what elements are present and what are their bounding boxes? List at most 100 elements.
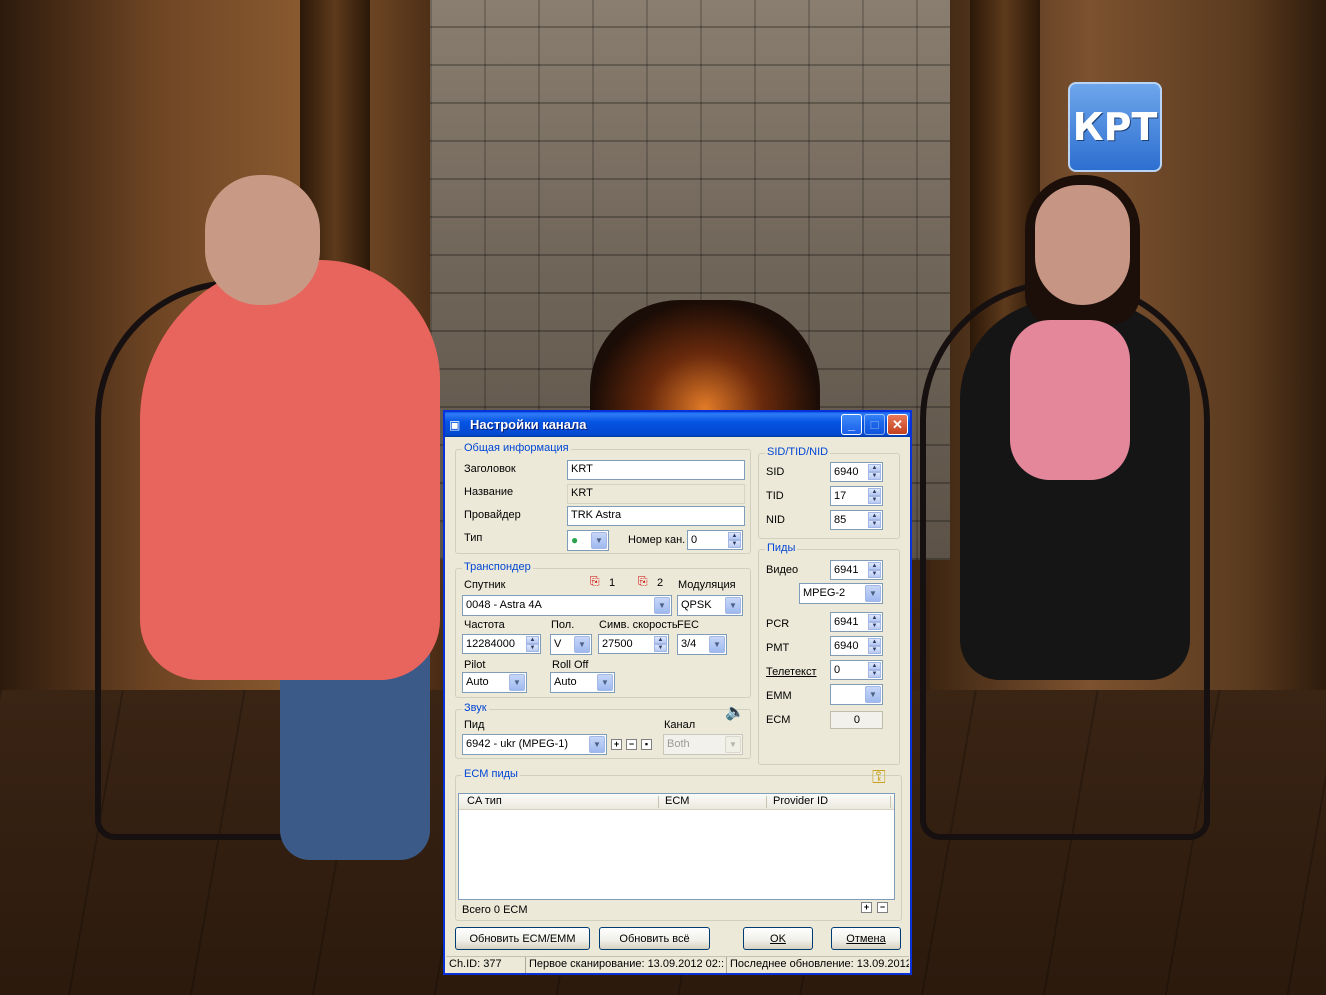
pilot-select[interactable]: Auto ▼ (462, 672, 527, 693)
sid-tid-nid-legend: SID/TID/NID (765, 446, 831, 458)
person-right-scarf (1010, 320, 1130, 480)
pcr-value: 6941 (834, 616, 859, 628)
person-left (140, 260, 440, 680)
title-input[interactable]: KRT (567, 460, 745, 480)
remove-audio-icon[interactable]: − (626, 739, 637, 750)
video-pid-stepper[interactable]: 6941 ▲ ▼ (830, 560, 883, 580)
edit-audio-icon[interactable]: ▪ (641, 739, 652, 750)
audio-pid-value: 6942 - ukr (MPEG-1) (466, 738, 569, 750)
chevron-down-icon: ▼ (509, 674, 525, 691)
name-field: KRT (567, 484, 745, 504)
polarization-value: V (554, 638, 562, 650)
type-select[interactable]: ● ▼ (567, 530, 609, 551)
status-bar: Ch.ID: 377 Первое сканирование: 13.09.20… (446, 956, 909, 973)
status-chid: Ch.ID: 377 (446, 957, 526, 973)
pmt-stepper[interactable]: 6940 ▲ ▼ (830, 636, 883, 656)
close-button[interactable]: ✕ (887, 414, 908, 435)
rolloff-value: Auto (554, 676, 577, 688)
spin-buttons[interactable]: ▲ ▼ (868, 614, 881, 630)
channel-number-stepper[interactable]: 0 ▲ ▼ (687, 530, 743, 550)
refresh-all-button[interactable]: Обновить всё (599, 927, 710, 950)
pcr-label: PCR (766, 618, 790, 630)
pids-legend: Пиды (765, 542, 798, 554)
rolloff-label: Roll Off (552, 659, 589, 671)
col-ecm[interactable]: ECM (665, 795, 689, 807)
chevron-down-icon: ▼ (709, 636, 725, 653)
lnb1-icon[interactable]: ⎘ (590, 574, 600, 589)
chevron-down-icon: ▼ (589, 736, 605, 753)
video-codec-value: MPEG-2 (803, 587, 846, 599)
maximize-button: □ (864, 414, 885, 435)
spin-buttons[interactable]: ▲ ▼ (654, 636, 667, 652)
ok-button[interactable]: OK (743, 927, 813, 950)
chevron-down-icon: ▼ (574, 636, 590, 653)
sid-label: SID (766, 466, 785, 478)
teletext-label: Телетекст (766, 666, 817, 678)
remove-ecm-icon[interactable]: − (877, 902, 888, 913)
audio-group: Звук 🔈 Пид Канал 6942 - ukr (MPEG-1) ▼ +… (455, 702, 751, 759)
status-last-update: Последнее обновление: 13.09.2012 (730, 958, 909, 970)
fec-select[interactable]: 3/4 ▼ (677, 634, 727, 655)
audio-channel-select: Both ▼ (663, 734, 743, 755)
col-ca-type[interactable]: CA тип (467, 795, 502, 807)
ecm-table[interactable]: CA тип ECM Provider ID (458, 793, 895, 900)
lnb2-label: 2 (657, 577, 664, 589)
audio-pid-select[interactable]: 6942 - ukr (MPEG-1) ▼ (462, 734, 607, 755)
spin-buttons[interactable]: ▲ ▼ (526, 636, 539, 652)
ecm-table-header: CA тип ECM Provider ID (459, 794, 894, 810)
add-audio-icon[interactable]: + (611, 739, 622, 750)
emm-select[interactable]: ▼ (830, 684, 883, 705)
symbol-rate-stepper[interactable]: 27500 ▲ ▼ (598, 634, 669, 654)
modulation-select[interactable]: QPSK ▼ (677, 595, 743, 616)
satellite-select[interactable]: 0048 - Astra 4A ▼ (462, 595, 672, 616)
keys-icon[interactable]: ⚿ (872, 767, 886, 788)
satellite-label: Спутник (464, 579, 506, 591)
audio-pid-label: Пид (464, 719, 485, 731)
chevron-down-icon: ▼ (725, 736, 741, 753)
title-bar[interactable]: ▣ Настройки канала _ □ ✕ (445, 412, 910, 437)
sid-stepper[interactable]: 6940 ▲ ▼ (830, 462, 883, 482)
symbol-rate-label: Симв. скорость (599, 619, 678, 631)
polarization-select[interactable]: V ▼ (550, 634, 592, 655)
cancel-button[interactable]: Отмена (831, 927, 901, 950)
add-ecm-icon[interactable]: + (861, 902, 872, 913)
frequency-stepper[interactable]: 12284000 ▲ ▼ (462, 634, 541, 654)
pcr-stepper[interactable]: 6941 ▲ ▼ (830, 612, 883, 632)
video-label: Видео (766, 564, 799, 576)
person-right-head (1035, 185, 1130, 305)
tid-label: TID (766, 490, 784, 502)
spin-buttons[interactable]: ▲ ▼ (868, 488, 881, 504)
title-label: Заголовок (464, 463, 516, 475)
tid-stepper[interactable]: 17 ▲ ▼ (830, 486, 883, 506)
pilot-value: Auto (466, 676, 489, 688)
frequency-value: 12284000 (466, 638, 515, 650)
nid-stepper[interactable]: 85 ▲ ▼ (830, 510, 883, 530)
minimize-button[interactable]: _ (841, 414, 862, 435)
spin-buttons[interactable]: ▲ ▼ (868, 662, 881, 678)
spin-buttons[interactable]: ▲ ▼ (868, 638, 881, 654)
chevron-down-icon: ▼ (654, 597, 670, 614)
lnb2-icon[interactable]: ⎘ (638, 574, 648, 589)
refresh-ecm-emm-button[interactable]: Обновить ECM/EMM (455, 927, 590, 950)
speaker-icon[interactable]: 🔈 (725, 702, 745, 722)
channel-number-label: Номер кан. (628, 534, 686, 546)
person-left-head (205, 175, 320, 305)
audio-legend: Звук (462, 702, 489, 714)
video-codec-select[interactable]: MPEG-2 ▼ (799, 583, 883, 604)
fec-value: 3/4 (681, 638, 697, 650)
ecm-label: ECM (766, 714, 791, 726)
spin-buttons[interactable]: ▲ ▼ (868, 464, 881, 480)
provider-input[interactable]: TRK Astra (567, 506, 745, 526)
sid-value: 6940 (834, 466, 859, 478)
polarization-label: Пол. (551, 619, 575, 631)
audio-channel-value: Both (667, 738, 690, 750)
col-provider-id[interactable]: Provider ID (773, 795, 828, 807)
spin-buttons[interactable]: ▲ ▼ (868, 562, 881, 578)
rolloff-select[interactable]: Auto ▼ (550, 672, 615, 693)
teletext-stepper[interactable]: 0 ▲ ▼ (830, 660, 883, 680)
pilot-label: Pilot (464, 659, 486, 671)
chevron-down-icon: ▼ (597, 674, 613, 691)
spin-buttons[interactable]: ▲ ▼ (868, 512, 881, 528)
spin-buttons[interactable]: ▲ ▼ (728, 532, 741, 548)
channel-logo: КРТ (1068, 82, 1162, 172)
